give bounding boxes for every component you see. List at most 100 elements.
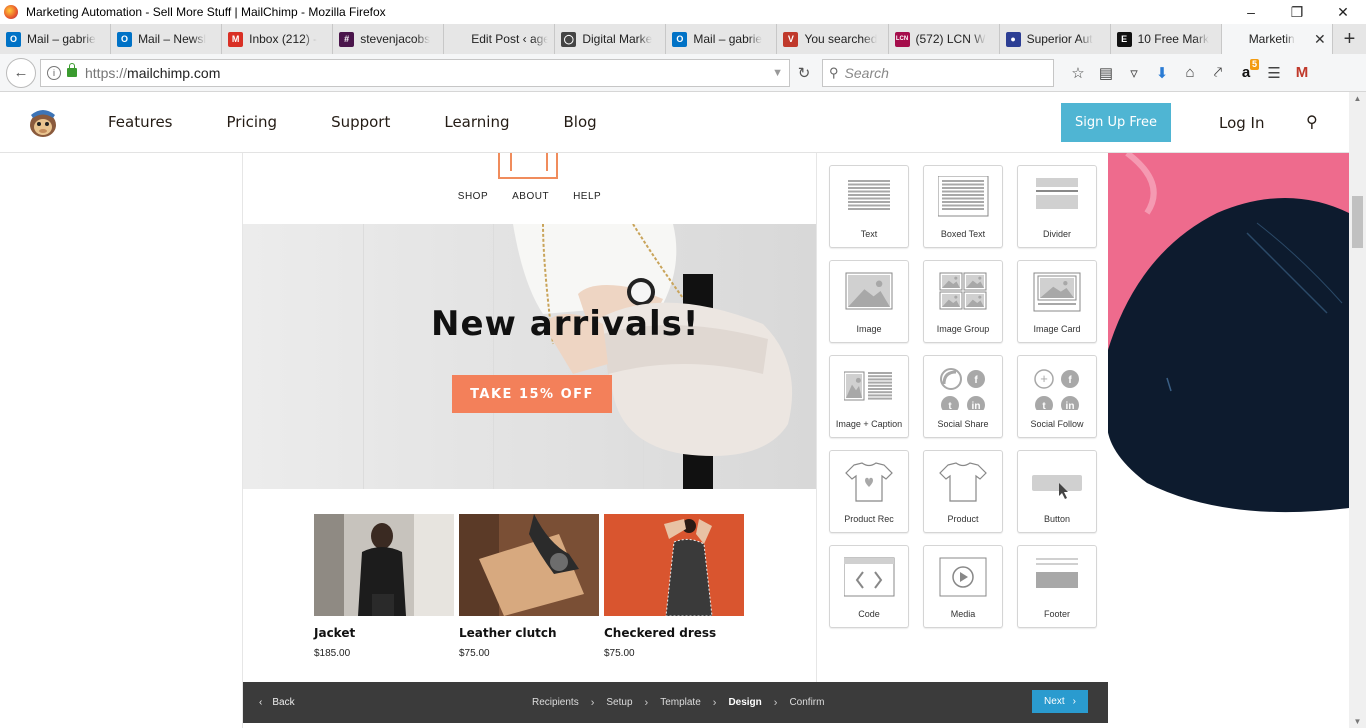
mailchimp-logo-icon[interactable] [26, 105, 60, 139]
product-name: Checkered dress [604, 626, 717, 640]
nav-features[interactable]: Features [108, 113, 173, 131]
search-icon: ⚲ [829, 64, 839, 80]
reload-icon[interactable]: ↻ [790, 64, 818, 82]
block-boxed-text[interactable]: Boxed Text [923, 165, 1003, 248]
block-label: Social Share [937, 419, 989, 429]
window-title-bar: Marketing Automation - Sell More Stuff |… [0, 0, 1366, 24]
back-button[interactable]: ‹ Back [259, 697, 295, 708]
block-label: Image Group [936, 324, 990, 334]
pocket-icon[interactable]: ▿ [1120, 59, 1148, 87]
product-card[interactable]: Leather clutch $75.00 [459, 514, 599, 659]
nav-support[interactable]: Support [331, 113, 390, 131]
block-social-share-icon: ft in [940, 368, 985, 410]
url-bar[interactable]: i https:// mailchimp.com ▼ [40, 58, 790, 87]
browser-tab[interactable]: V You searched [777, 24, 889, 54]
block-image[interactable]: Image [829, 260, 909, 343]
step-template[interactable]: Template [660, 697, 701, 708]
block-media[interactable]: Media [923, 545, 1003, 628]
browser-tab[interactable]: Edit Post ‹ agenty [444, 24, 556, 54]
store-nav: SHOP ABOUT HELP [243, 191, 816, 202]
menu-icon[interactable]: ☰ [1260, 59, 1288, 87]
nav-learning[interactable]: Learning [444, 113, 509, 131]
site-search-icon[interactable]: ⚲ [1306, 112, 1318, 132]
search-input[interactable]: ⚲ Search [822, 58, 1054, 87]
reading-list-icon[interactable]: ▤ [1092, 59, 1120, 87]
amazon-icon[interactable]: a5 [1232, 58, 1260, 87]
block-label: Button [1043, 514, 1071, 524]
scroll-up-icon[interactable]: ▲ [1349, 94, 1366, 103]
step-design[interactable]: Design [728, 697, 761, 708]
block-divider[interactable]: Divider [1017, 165, 1097, 248]
browser-tab[interactable]: O Mail – gabrie [666, 24, 778, 54]
block-label: Code [858, 609, 880, 619]
minimize-button[interactable]: – [1228, 0, 1274, 24]
step-confirm[interactable]: Confirm [789, 697, 824, 708]
extension-icon[interactable]: M [1288, 59, 1316, 87]
step-setup[interactable]: Setup [606, 697, 632, 708]
store-nav-shop[interactable]: SHOP [458, 191, 488, 202]
block-text[interactable]: Text [829, 165, 909, 248]
lock-icon[interactable] [67, 63, 77, 77]
sync-icon[interactable]: ⤤ [1204, 59, 1232, 87]
url-dropdown-icon[interactable]: ▼ [772, 67, 783, 79]
info-icon[interactable]: i [47, 65, 61, 80]
nav-blog[interactable]: Blog [563, 113, 596, 131]
tab-label: Mail – gabrie [693, 32, 763, 46]
download-icon[interactable]: ⬇ [1148, 59, 1176, 87]
block-footer[interactable]: Footer [1017, 545, 1097, 628]
url-protocol: https:// [85, 64, 128, 81]
browser-tab[interactable]: Marketin ✕ [1221, 24, 1333, 54]
block-code[interactable]: Code [829, 545, 909, 628]
block-product-rec[interactable]: Product Rec [829, 450, 909, 533]
product-card[interactable]: Checkered dress $75.00 [604, 514, 744, 659]
block-product-rec-icon [845, 462, 893, 502]
new-tab-icon[interactable]: + [1333, 24, 1366, 54]
block-label: Divider [1042, 229, 1071, 239]
bookmark-star-icon[interactable]: ☆ [1064, 59, 1092, 87]
store-nav-about[interactable]: ABOUT [512, 191, 549, 202]
page-scrollbar[interactable]: ▲ ▼ [1349, 92, 1366, 728]
close-window-button[interactable]: ✕ [1320, 0, 1366, 24]
browser-tab[interactable]: LCN (572) LCN W [889, 24, 1000, 54]
browser-tab[interactable]: O Mail – Newsl [111, 24, 223, 54]
log-in-link[interactable]: Log In [1219, 114, 1265, 132]
block-image-card[interactable]: Image Card [1017, 260, 1097, 343]
browser-tab[interactable]: O Mail – gabrie [0, 24, 112, 54]
firefox-icon [4, 5, 18, 19]
site-header: Features Pricing Support Learning Blog Sign … [0, 92, 1349, 153]
campaign-footer-bar: ‹ Back Recipients › Setup › Template › Design ›… [243, 682, 1108, 723]
search-placeholder: Search [844, 64, 889, 81]
block-button[interactable]: Button [1017, 450, 1097, 533]
browser-tab[interactable]: ◯ Digital Marke [555, 24, 667, 54]
block-product[interactable]: Product [923, 450, 1003, 533]
restore-button[interactable]: ❐ [1274, 0, 1320, 24]
browser-tab[interactable]: M Inbox (212) - [222, 24, 334, 54]
product-image [459, 514, 599, 616]
next-button[interactable]: Next › [1032, 690, 1088, 713]
block-social-follow[interactable]: + f t in Social Follow [1017, 355, 1097, 438]
store-nav-help[interactable]: HELP [573, 191, 601, 202]
take-15-off-button[interactable]: TAKE 15% OFF [452, 375, 612, 413]
step-recipients[interactable]: Recipients [532, 697, 579, 708]
tab-favicon-icon [450, 31, 466, 47]
nav-pricing[interactable]: Pricing [227, 113, 278, 131]
back-label: Back [272, 697, 295, 708]
back-arrow-icon[interactable]: ← [6, 57, 36, 88]
product-card[interactable]: Jacket $185.00 [314, 514, 454, 659]
browser-tab[interactable]: E 10 Free Mark [1111, 24, 1222, 54]
block-social-share[interactable]: f t in Social Share [923, 355, 1003, 438]
close-tab-icon[interactable]: ✕ [1310, 31, 1326, 48]
sign-up-button[interactable]: Sign Up Free [1061, 103, 1171, 142]
browser-tab[interactable]: # stevenjacobs [333, 24, 445, 54]
hero-banner[interactable]: New arrivals! TAKE 15% OFF [243, 224, 816, 489]
scroll-down-icon[interactable]: ▼ [1349, 717, 1366, 726]
campaign-steps: Recipients › Setup › Template › Design › Confirm [532, 682, 824, 723]
block-image-caption[interactable]: Image + Caption [829, 355, 909, 438]
chevron-right-icon: › [1072, 696, 1076, 707]
email-editor: SHOP ABOUT HELP New arrivals! TAKE 15% OFF… [242, 153, 1108, 728]
browser-tab[interactable]: ● Superior Aut [1000, 24, 1111, 54]
tab-favicon-icon: ● [1005, 31, 1021, 47]
scroll-thumb[interactable] [1352, 196, 1363, 248]
block-image-group[interactable]: Image Group [923, 260, 1003, 343]
home-icon[interactable]: ⌂ [1176, 59, 1204, 87]
